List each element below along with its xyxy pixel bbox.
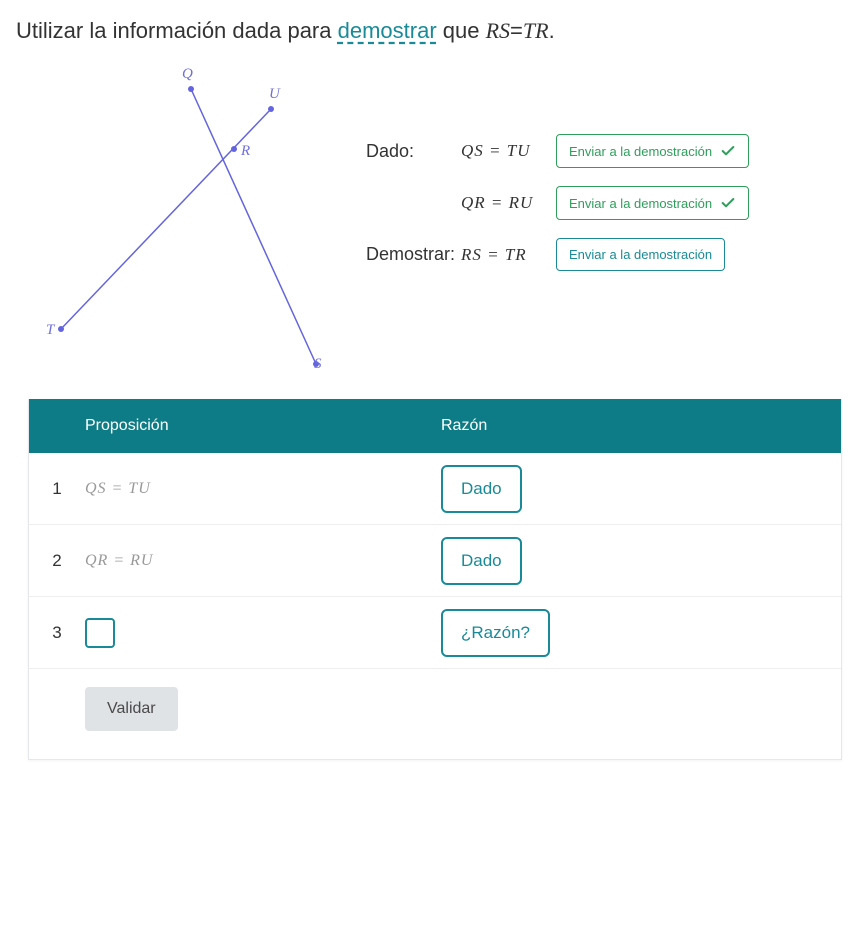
reason-button-3[interactable]: ¿Razón? [441, 609, 550, 657]
check-icon [720, 143, 736, 159]
header-reason: Razón [429, 399, 841, 453]
send-to-proof-button-3[interactable]: Enviar a la demostración [556, 238, 725, 271]
row-number: 3 [29, 623, 85, 643]
instruction-text: Utilizar la información dada para demost… [16, 18, 842, 44]
givens-panel: Dado: QS = TU Enviar a la demostración Q… [366, 64, 842, 374]
row-proposition: QS = TU [85, 480, 429, 498]
dado-label: Dado: [366, 141, 461, 162]
row-proposition: QR = RU [85, 552, 429, 570]
proposition-input[interactable] [85, 618, 115, 648]
point-label-T: T [46, 322, 54, 339]
demostrar-label: Demostrar: [366, 244, 461, 265]
row-number: 2 [29, 551, 85, 571]
header-proposition: Proposición [29, 399, 429, 453]
given-eq-2: QR = RU [461, 193, 556, 213]
send-to-proof-button-2[interactable]: Enviar a la demostración [556, 186, 749, 220]
given-eq-1: QS = TU [461, 141, 556, 161]
send-to-proof-button-1[interactable]: Enviar a la demostración [556, 134, 749, 168]
table-row: 2 QR = RU Dado [29, 525, 841, 597]
table-row: 1 QS = TU Dado [29, 453, 841, 525]
row-number: 1 [29, 479, 85, 499]
point-label-S: S [314, 356, 322, 373]
point-label-Q: Q [182, 66, 193, 83]
proof-table: Proposición Razón 1 QS = TU Dado 2 QR = … [28, 399, 842, 760]
geometry-diagram: Q U R T S [16, 64, 346, 374]
reason-button-2[interactable]: Dado [441, 537, 522, 585]
validate-button[interactable]: Validar [85, 687, 178, 731]
check-icon [720, 195, 736, 211]
point-label-R: R [241, 143, 250, 160]
point-label-U: U [269, 86, 280, 103]
reason-button-1[interactable]: Dado [441, 465, 522, 513]
prove-eq: RS = TR [461, 245, 556, 265]
demostrar-link[interactable]: demostrar [338, 18, 437, 43]
table-row: 3 ¿Razón? [29, 597, 841, 669]
